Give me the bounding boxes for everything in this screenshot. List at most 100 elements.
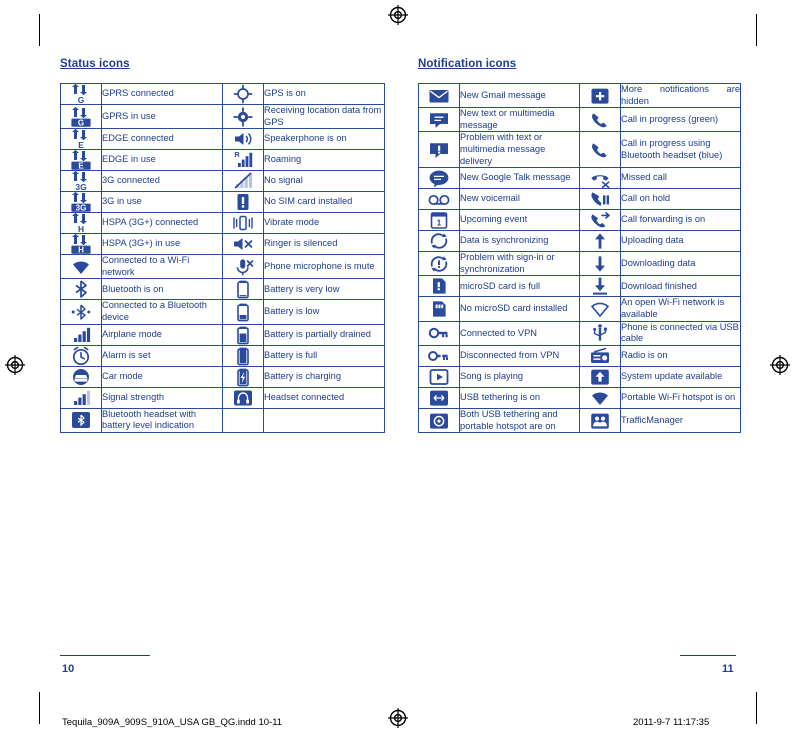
icon-label: TrafficManager — [620, 407, 741, 434]
icon-label: Battery is full — [263, 344, 385, 367]
registration-mark-left — [5, 355, 25, 375]
icon-label: Vibrate mode — [263, 212, 385, 235]
registration-mark-bottom — [388, 708, 408, 728]
table-row: 3G 3G connected No signal — [60, 170, 385, 193]
car-mode-icon — [69, 367, 93, 387]
wifi-connected-icon-cell — [60, 254, 102, 280]
edge-in-use-icon-cell: E — [60, 149, 102, 172]
hspa-in-use-icon: H — [69, 234, 93, 254]
song-playing-icon — [427, 367, 451, 387]
gps-on-icon-cell — [222, 83, 264, 105]
icon-label: HSPA (3G+) in use — [101, 233, 223, 256]
headset-connected-icon-cell — [222, 386, 264, 409]
icon-label: Receiving location data from GPS — [263, 103, 385, 130]
svg-text:R: R — [234, 150, 240, 159]
bluetooth-connected-icon-cell — [60, 299, 102, 325]
icon-label: Both USB tethering and portable hotspot … — [459, 407, 580, 434]
table-row: 1 Upcoming event Call forwarding is on — [418, 209, 741, 232]
gprs-connected-icon: G — [69, 84, 93, 104]
edge-connected-icon-cell: E — [60, 128, 102, 151]
table-row: Both USB tethering and portable hotspot … — [418, 407, 741, 434]
vpn-disconnected-icon-cell — [418, 344, 460, 367]
usb-cable-icon-cell — [579, 320, 621, 346]
icon-label: GPRS in use — [101, 103, 223, 130]
icon-label: No signal — [263, 170, 385, 193]
3g-connected-icon: 3G — [69, 171, 93, 191]
battery-very-low-icon — [231, 279, 255, 299]
table-row: Connected to VPN Phone is connected via U… — [418, 320, 741, 346]
battery-low-icon — [231, 302, 255, 322]
svg-text:E: E — [78, 140, 84, 149]
icon-label: Uploading data — [620, 230, 741, 253]
missed-call-icon-cell — [579, 167, 621, 190]
voicemail-icon-cell — [418, 188, 460, 211]
empty-icon-cell — [222, 407, 264, 433]
icon-label: No SIM card installed — [263, 191, 385, 214]
download-finished-icon-cell — [579, 275, 621, 298]
vpn-disconnected-icon — [427, 346, 451, 366]
signal-strength-icon — [69, 388, 93, 408]
icon-label: Call forwarding is on — [620, 209, 741, 232]
no-sdcard-icon — [427, 299, 451, 319]
svg-text:G: G — [78, 95, 85, 104]
status-icons-heading: Status icons — [60, 58, 130, 70]
google-talk-icon-cell — [418, 167, 460, 190]
table-row: USB tethering is on Portable Wi-Fi hotspo… — [418, 386, 741, 409]
icon-label: GPS is on — [263, 83, 385, 105]
bluetooth-on-icon-cell — [60, 278, 102, 301]
call-bluetooth-headset-icon-cell — [579, 131, 621, 169]
system-update-icon — [588, 367, 612, 387]
icon-label: microSD card is full — [459, 275, 580, 298]
icon-label: Data is synchronizing — [459, 230, 580, 253]
trim-mark-bottom-right — [756, 692, 757, 724]
icon-label: More notifications are hidden — [620, 82, 741, 109]
open-wifi-available-icon — [588, 299, 612, 319]
3g-in-use-icon-cell: 3G — [60, 191, 102, 214]
microphone-mute-icon — [231, 257, 255, 277]
download-finished-icon — [588, 276, 612, 296]
alarm-set-icon-cell — [60, 344, 102, 367]
gps-receiving-icon-cell — [222, 103, 264, 130]
icon-label: Battery is low — [263, 299, 385, 325]
icon-label: 3G connected — [101, 170, 223, 193]
icon-label: Battery is very low — [263, 278, 385, 301]
table-row: Bluetooth headset with battery level ind… — [60, 407, 385, 433]
new-gmail-icon — [427, 86, 451, 106]
vibrate-mode-icon — [231, 213, 255, 233]
page-spread: Status icons Notification icons G GPRS co… — [0, 0, 796, 737]
icon-label: Connected to a Bluetooth device — [101, 299, 223, 325]
icon-label: Signal strength — [101, 386, 223, 409]
icon-label: HSPA (3G+) connected — [101, 212, 223, 235]
call-in-progress-green-icon-cell — [579, 107, 621, 133]
icon-label: Call on hold — [620, 188, 741, 211]
sync-problem-icon-cell — [418, 251, 460, 277]
trim-mark-bottom-left — [39, 692, 40, 724]
no-signal-icon — [231, 171, 255, 191]
hspa-connected-icon: H — [69, 213, 93, 233]
3g-connected-icon-cell: 3G — [60, 170, 102, 193]
page-number-left: 10 — [62, 663, 75, 675]
notification-icons-heading: Notification icons — [418, 58, 517, 70]
battery-full-icon — [231, 346, 255, 366]
new-text-message-icon — [427, 110, 451, 130]
car-mode-icon-cell — [60, 365, 102, 388]
traffic-manager-icon-cell — [579, 407, 621, 434]
alarm-set-icon — [69, 346, 93, 366]
icon-label: Disconnected from VPN — [459, 344, 580, 367]
table-row: New voicemail Call on hold — [418, 188, 741, 211]
headset-connected-icon — [231, 388, 255, 408]
vibrate-mode-icon-cell — [222, 212, 264, 235]
table-row: New Gmail message More notifications are … — [418, 82, 741, 109]
airplane-mode-icon — [69, 325, 93, 345]
svg-text:1: 1 — [437, 218, 442, 228]
new-text-message-icon-cell — [418, 107, 460, 133]
table-row: H HSPA (3G+) in use Ringer is silenced — [60, 233, 385, 256]
icon-label: GPRS connected — [101, 83, 223, 105]
svg-text:3G: 3G — [76, 204, 87, 212]
gps-receiving-icon — [231, 106, 255, 127]
svg-text:G: G — [78, 118, 84, 126]
uploading-icon — [588, 231, 612, 251]
icon-label: Phone is connected via USB cable — [620, 320, 741, 346]
call-on-hold-icon-cell — [579, 188, 621, 211]
call-forwarding-icon-cell — [579, 209, 621, 232]
